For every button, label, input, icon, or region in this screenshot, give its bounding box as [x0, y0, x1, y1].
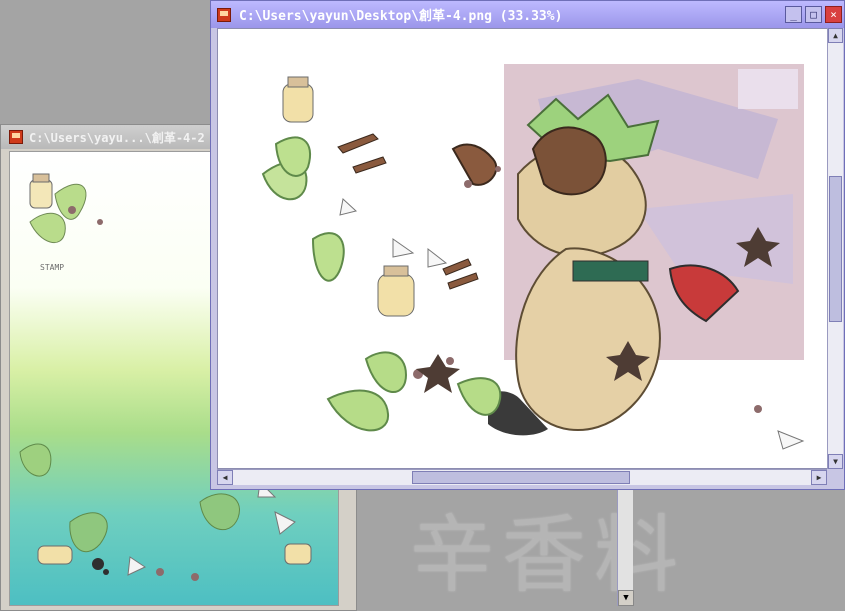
image-viewer-icon	[217, 7, 231, 22]
front-window-scroll-up-button[interactable]: ▲	[828, 28, 843, 43]
close-button[interactable]: ×	[825, 6, 842, 23]
back-window-title: C:\Users\yayu...\創革-4-2	[29, 130, 205, 145]
minimize-button[interactable]: _	[785, 6, 802, 23]
maximize-button[interactable]: □	[805, 6, 822, 23]
back-image-caption: STAMP	[40, 263, 64, 272]
front-image-viewport	[217, 28, 829, 469]
front-window-scroll-left-button[interactable]: ◀	[217, 470, 233, 485]
desktop-watermark-text: 辛香料	[410, 506, 687, 604]
image-viewer-icon	[9, 130, 23, 144]
front-window-title: C:\Users\yayun\Desktop\創革-4.png (33.33%)	[239, 9, 563, 24]
front-window-scroll-down-button[interactable]: ▼	[828, 454, 843, 469]
front-window-horizontal-scrollbar[interactable]: ◀ ▶	[217, 469, 827, 485]
front-window-vertical-scroll-thumb[interactable]	[829, 176, 842, 322]
front-window-vertical-scrollbar[interactable]: ▲ ▼	[827, 28, 843, 469]
front-window-titlebar[interactable]: C:\Users\yayun\Desktop\創革-4.png (33.33%)	[211, 1, 844, 28]
front-window-artwork	[261, 64, 805, 450]
back-window-scroll-down-button[interactable]: ▼	[618, 590, 634, 606]
front-image-window[interactable]: C:\Users\yayun\Desktop\創革-4.png (33.33%)…	[210, 0, 845, 490]
front-window-horizontal-scroll-thumb[interactable]	[412, 471, 630, 484]
front-window-scroll-right-button[interactable]: ▶	[811, 470, 827, 485]
